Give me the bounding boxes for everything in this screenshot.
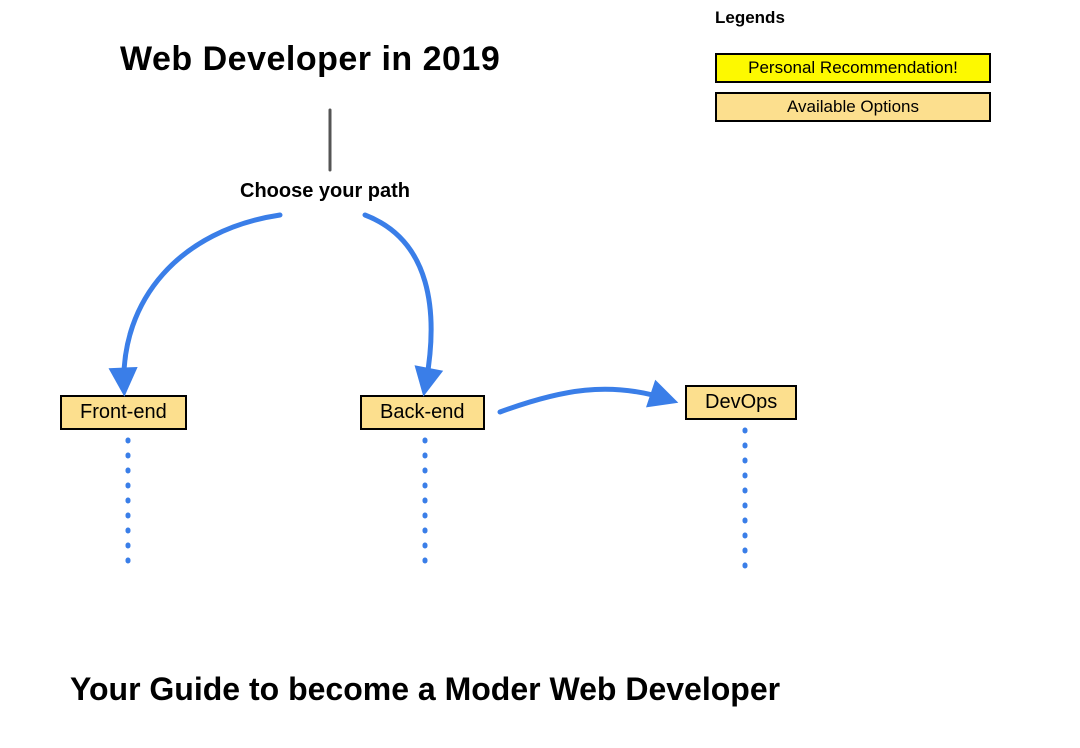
arrow-to-front-end xyxy=(124,215,280,388)
arrow-backend-to-devops xyxy=(500,389,670,412)
node-devops: DevOps xyxy=(685,385,797,420)
diagram-subtitle: Your Guide to become a Moder Web Develop… xyxy=(70,671,780,708)
choose-path-label: Choose your path xyxy=(240,180,410,203)
diagram-title: Web Developer in 2019 xyxy=(120,40,500,79)
legend-available-options: Available Options xyxy=(715,92,991,122)
diagram-stage: Web Developer in 2019 Legends Personal R… xyxy=(0,0,1080,748)
legend-heading: Legends xyxy=(715,8,785,28)
legend-personal-recommendation: Personal Recommendation! xyxy=(715,53,991,83)
node-back-end: Back-end xyxy=(360,395,485,430)
arrow-to-back-end xyxy=(365,215,431,388)
node-front-end: Front-end xyxy=(60,395,187,430)
